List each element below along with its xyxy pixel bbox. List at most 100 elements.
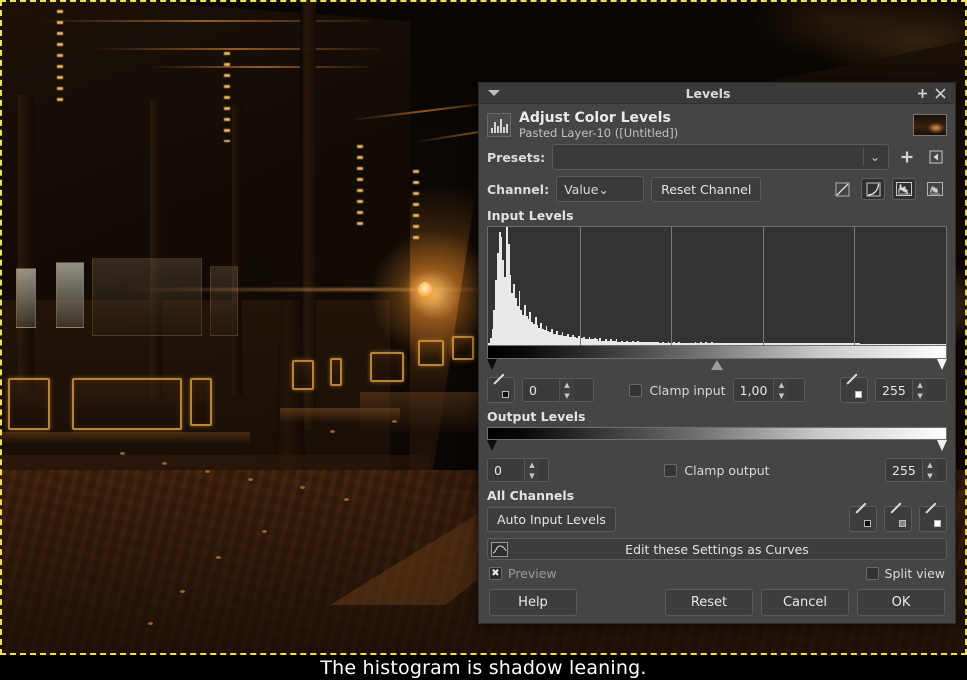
spin-down-icon[interactable]: ▼: [774, 390, 788, 401]
spin-up-icon[interactable]: ▲: [923, 459, 937, 470]
gold-panel: [8, 378, 50, 430]
preview-row: ✖ Preview Split view: [479, 560, 955, 585]
caption-bar: The histogram is shadow leaning.: [0, 655, 967, 680]
histogram-normal-icon[interactable]: [892, 178, 916, 201]
channel-row: Channel: Value ⌄ Reset Channel: [479, 176, 955, 203]
spin-up-icon[interactable]: ▲: [913, 379, 927, 390]
input-low-spinner[interactable]: 0 ▲ ▼: [522, 378, 594, 403]
ok-button[interactable]: OK: [857, 589, 945, 617]
channel-label: Channel:: [487, 181, 550, 197]
auto-input-levels-button[interactable]: Auto Input Levels: [487, 506, 616, 532]
input-high-spinner[interactable]: 255 ▲ ▼: [875, 378, 948, 403]
spin-up-icon[interactable]: ▲: [560, 379, 574, 390]
shop-window: [92, 258, 202, 336]
pick-gray-point-icon[interactable]: [884, 502, 912, 533]
spin-down-icon[interactable]: ▼: [560, 390, 574, 401]
input-high-value: 255: [882, 382, 906, 398]
output-slider-wrap: [487, 427, 947, 453]
pick-white-point-icon[interactable]: [840, 373, 869, 404]
all-channels-title: All Channels: [487, 488, 575, 504]
gold-panel: [330, 358, 342, 386]
output-gradient-bar: [487, 427, 947, 441]
linear-scale-icon[interactable]: [830, 178, 854, 200]
output-low-spinner[interactable]: 0 ▲ ▼: [487, 458, 549, 483]
column: [232, 105, 242, 395]
close-icon[interactable]: [931, 84, 949, 102]
histogram-bars: [488, 227, 947, 346]
building-sill: [0, 432, 250, 444]
input-gamma-value: 1,00: [739, 382, 768, 398]
pick-black-point-icon[interactable]: [487, 373, 515, 404]
logarithmic-scale-icon[interactable]: [861, 178, 885, 201]
preview-checkbox[interactable]: ✖: [489, 567, 502, 581]
clamp-input-checkbox[interactable]: [629, 383, 643, 397]
input-slider-strip[interactable]: [487, 359, 947, 372]
input-white-point-handle[interactable]: [937, 359, 947, 371]
shop-window: [16, 268, 36, 328]
dialog-header: Adjust Color Levels Pasted Layer-10 ([Un…: [479, 104, 955, 144]
cornice-highlight: [150, 66, 370, 68]
clamp-output-checkbox[interactable]: [664, 463, 678, 477]
pick-white-point-icon[interactable]: [919, 502, 947, 533]
curve-icon: [491, 541, 508, 557]
layer-subtitle: Pasted Layer-10 ([Untitled]): [519, 126, 679, 141]
preset-menu-button[interactable]: [925, 146, 947, 168]
input-low-value: 0: [529, 382, 537, 398]
spin-up-icon[interactable]: ▲: [525, 459, 539, 470]
gold-panel: [72, 378, 182, 430]
output-black-point-handle[interactable]: [487, 440, 497, 452]
chevron-down-icon[interactable]: ⌄: [870, 150, 880, 164]
histogram-compressed-icon[interactable]: [923, 178, 947, 200]
fairy-lights: [357, 145, 363, 225]
channel-select[interactable]: Value ⌄: [556, 176, 645, 203]
dialog-titlebar[interactable]: Levels: [479, 83, 955, 104]
output-levels-title: Output Levels: [487, 409, 586, 425]
dialog-button-row: Help Reset Cancel OK: [479, 585, 955, 626]
output-slider-strip[interactable]: [487, 440, 947, 453]
caption-text: The histogram is shadow leaning.: [320, 656, 647, 679]
cancel-button[interactable]: Cancel: [761, 589, 849, 617]
plus-icon[interactable]: [913, 84, 931, 102]
page-title: Adjust Color Levels: [519, 110, 671, 126]
presets-row: Presets: ⌄: [479, 144, 955, 171]
layer-thumbnail: [913, 114, 947, 137]
input-gamma-spinner[interactable]: 1,00 ▲ ▼: [732, 378, 805, 403]
shop-window: [210, 266, 238, 336]
gold-panel: [370, 352, 404, 382]
reset-channel-button[interactable]: Reset Channel: [651, 176, 762, 202]
input-histogram-wrap: [487, 226, 947, 372]
split-view-checkbox[interactable]: [865, 567, 879, 581]
input-gamma-handle[interactable]: [711, 360, 723, 371]
clamp-input-label: Clamp input: [649, 382, 726, 398]
presets-label: Presets:: [487, 149, 546, 165]
edit-as-curves-button[interactable]: Edit these Settings as Curves: [487, 538, 947, 561]
pick-black-point-icon[interactable]: [849, 502, 877, 533]
input-values-row: 0 ▲ ▼ Clamp input 1,00 ▲ ▼ 255 ▲ ▼: [479, 373, 955, 404]
clamp-output-label: Clamp output: [684, 462, 770, 478]
building-base: [360, 392, 480, 432]
histogram-plot[interactable]: [487, 226, 947, 347]
input-gradient-bar: [487, 346, 947, 360]
output-high-spinner[interactable]: 255 ▲ ▼: [885, 458, 947, 483]
presets-combobox[interactable]: ⌄: [552, 144, 889, 171]
shop-window: [56, 262, 84, 328]
spin-down-icon[interactable]: ▼: [913, 390, 927, 401]
input-black-point-handle[interactable]: [487, 359, 497, 371]
dialog-title: Levels: [685, 85, 731, 101]
spin-down-icon[interactable]: ▼: [525, 470, 539, 481]
help-button[interactable]: Help: [489, 589, 577, 617]
output-low-value: 0: [494, 462, 502, 478]
gold-panel: [292, 360, 314, 390]
preset-add-button[interactable]: [896, 146, 918, 168]
gold-panel: [190, 378, 212, 426]
levels-dialog[interactable]: Levels Adjust Color Levels Pasted Layer-…: [478, 82, 956, 624]
chevron-down-icon[interactable]: ⌄: [598, 182, 608, 197]
input-levels-title: Input Levels: [487, 208, 574, 224]
column: [150, 100, 162, 400]
histogram-bar: [946, 344, 947, 345]
reset-button[interactable]: Reset: [665, 589, 753, 617]
spin-down-icon[interactable]: ▼: [923, 470, 937, 481]
output-white-point-handle[interactable]: [937, 440, 947, 452]
spin-up-icon[interactable]: ▲: [774, 379, 788, 390]
chevron-down-icon[interactable]: [485, 84, 503, 102]
